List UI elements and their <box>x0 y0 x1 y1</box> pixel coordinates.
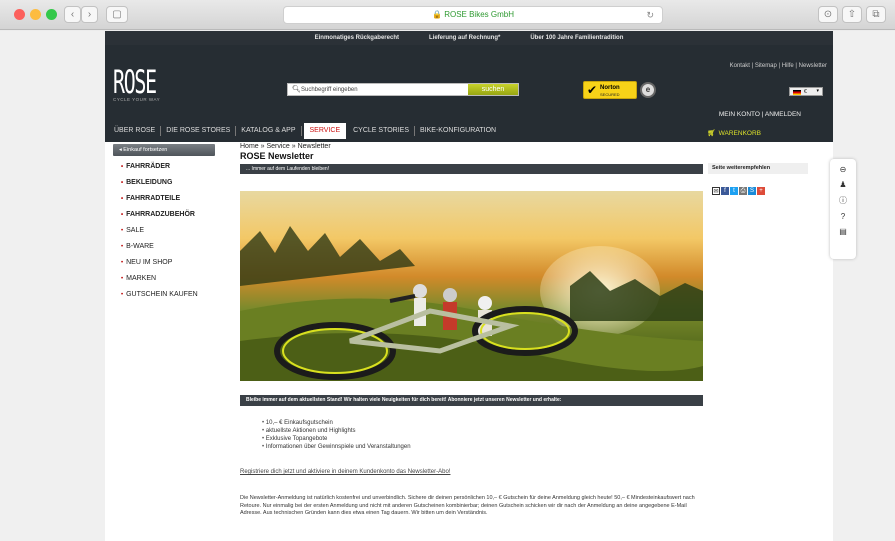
nav-item-cycle-stories[interactable]: CYCLE STORIES <box>348 125 416 136</box>
category-label: MARKEN <box>126 275 157 282</box>
category-item[interactable]: • FAHRRADTEILE <box>113 193 215 204</box>
page-viewport: Einmonatiges Rückgaberecht Lieferung auf… <box>0 31 895 541</box>
tabs-icon[interactable]: ⧉ <box>866 6 886 23</box>
chat-icon[interactable]: ▤ <box>830 227 856 236</box>
search-input[interactable]: Suchbegriff eingeben <box>301 87 358 93</box>
site-header: ROSE CYCLE YOUR WAY 🔍︎ Suchbegriff einge… <box>105 45 833 142</box>
floating-help-bar: ⊖ ♟ ⓘ ? ▤ <box>830 159 856 259</box>
german-flag-icon <box>793 90 801 95</box>
cart-link[interactable]: 🛒︎ WARENKORB <box>707 129 761 137</box>
main-navigation: ÜBER ROSE DIE ROSE STORES KATALOG & APP … <box>109 122 501 139</box>
back-button[interactable]: ‹ <box>64 6 81 23</box>
category-label: FAHRRÄDER <box>126 163 171 170</box>
nav-item-catalog[interactable]: KATALOG & APP <box>236 125 302 136</box>
maximize-window-icon[interactable] <box>46 9 57 20</box>
list-item: aktuellste Aktionen und Highlights <box>262 427 703 435</box>
address-bar[interactable]: 🔒 ROSE Bikes GmbH ↻ <box>283 6 663 24</box>
browser-toolbar: ‹ › ▢ 🔒 ROSE Bikes GmbH ↻ ⊙ ⇧ ⧉ <box>0 0 895 30</box>
google-plus-icon[interactable]: + <box>757 187 765 195</box>
list-item: Exklusive Topangebote <box>262 435 703 443</box>
continue-shopping-label: Einkauf fortsetzen <box>123 147 168 153</box>
sidebar-toggle-icon[interactable]: ▢ <box>106 6 128 23</box>
nav-item-bike-config[interactable]: BIKE-KONFIGURATION <box>415 126 501 136</box>
category-item[interactable]: • NEU IM SHOP <box>113 257 215 268</box>
category-label: GUTSCHEIN KAUFEN <box>126 291 198 298</box>
rose-logo[interactable]: ROSE <box>113 63 157 101</box>
category-item[interactable]: • MARKEN <box>113 273 215 284</box>
website: Einmonatiges Rückgaberecht Lieferung auf… <box>105 31 833 541</box>
usp-item: Über 100 Jahre Familientradition <box>530 35 624 41</box>
share-icon[interactable]: ⇧ <box>842 6 862 23</box>
register-link[interactable]: Registriere dich jetzt und aktiviere in … <box>240 469 703 475</box>
category-label: B-WARE <box>126 243 154 250</box>
share-buttons: ✉ f t ⎙ S + <box>708 187 808 195</box>
main-content: Home » Service » Newsletter ROSE Newslet… <box>240 143 703 518</box>
chevron-left-icon[interactable]: ⊖ <box>830 165 856 174</box>
category-item[interactable]: • FAHRRADZUBEHÖR <box>113 209 215 220</box>
reload-icon[interactable]: ↻ <box>646 7 654 23</box>
category-item[interactable]: • SALE <box>113 225 215 236</box>
newsletter-terms-text: Die Newsletter-Anmeldung ist natürlich k… <box>240 495 695 516</box>
search-button[interactable]: suchen <box>468 84 518 95</box>
chevron-down-icon: ▾ <box>816 88 819 94</box>
cart-icon: 🛒︎ <box>707 130 716 137</box>
category-sidebar: ◂ Einkauf fortsetzen • FAHRRÄDER • BEKLEID… <box>113 144 215 300</box>
lock-icon: 🔒 <box>432 10 442 19</box>
cart-label: WARENKORB <box>718 130 761 137</box>
breadcrumb[interactable]: Home » Service » Newsletter <box>240 143 703 150</box>
email-icon[interactable]: ✉ <box>712 187 720 195</box>
skype-icon[interactable]: S <box>748 187 756 195</box>
search-box[interactable]: 🔍︎ Suchbegriff eingeben suchen <box>287 83 519 96</box>
category-item[interactable]: • BEKLEIDUNG <box>113 177 215 188</box>
hero-illustration <box>240 226 703 381</box>
forward-button[interactable]: › <box>81 6 98 23</box>
meta-links[interactable]: Kontakt | Sitemap | Hilfe | Newsletter <box>730 63 827 69</box>
help-icon[interactable]: ? <box>830 212 856 221</box>
norton-title: Norton <box>600 85 620 91</box>
minimize-window-icon[interactable] <box>30 9 41 20</box>
usp-item: Einmonatiges Rückgaberecht <box>314 35 399 41</box>
print-icon[interactable]: ⎙ <box>739 187 747 195</box>
norton-subtitle: SECURED <box>600 92 620 97</box>
nav-item-stores[interactable]: DIE ROSE STORES <box>161 125 237 136</box>
nav-item-service[interactable]: SERVICE <box>303 122 347 139</box>
category-label: SALE <box>126 227 145 234</box>
nav-item-about[interactable]: ÜBER ROSE <box>109 125 162 136</box>
category-label: FAHRRADTEILE <box>126 195 181 202</box>
search-icon: 🔍︎ <box>292 86 301 93</box>
address-text: ROSE Bikes GmbH <box>444 10 514 19</box>
list-item: 10,– € Einkaufsgutschein <box>262 419 703 427</box>
benefits-list: 10,– € Einkaufsgutschein aktuellste Akti… <box>262 419 703 451</box>
checkmark-icon: ✔ <box>587 83 598 97</box>
download-icon[interactable]: ⊙ <box>818 6 838 23</box>
usp-bar: Einmonatiges Rückgaberecht Lieferung auf… <box>105 31 833 45</box>
account-links[interactable]: MEIN KONTO | ANMELDEN <box>719 111 801 118</box>
facebook-icon[interactable]: f <box>721 187 729 195</box>
twitter-icon[interactable]: t <box>730 187 738 195</box>
close-window-icon[interactable] <box>14 9 25 20</box>
continue-shopping-button[interactable]: ◂ Einkauf fortsetzen <box>113 144 215 156</box>
trusted-shop-icon[interactable]: e <box>640 82 656 98</box>
category-label: BEKLEIDUNG <box>126 179 173 186</box>
subtitle-bar: ... Immer auf dem Laufenden bleiben! <box>240 164 703 174</box>
category-label: NEU IM SHOP <box>126 259 173 266</box>
category-item[interactable]: • GUTSCHEIN KAUFEN <box>113 289 215 300</box>
currency-label: € <box>804 89 807 95</box>
newsletter-info-bar: Bleibe immer auf dem aktuellsten Stand! … <box>240 395 703 406</box>
hero-image-cyclists <box>240 191 703 381</box>
recommend-heading: Seite weiterempfehlen <box>708 163 808 174</box>
category-item[interactable]: • FAHRRÄDER <box>113 161 215 172</box>
category-label: FAHRRADZUBEHÖR <box>126 211 195 218</box>
page-title: ROSE Newsletter <box>240 151 314 161</box>
recommend-sidebar: Seite weiterempfehlen ✉ f t ⎙ S + <box>708 163 808 195</box>
user-icon[interactable]: ♟ <box>830 180 856 189</box>
usp-item: Lieferung auf Rechnung* <box>428 35 501 41</box>
logo-tagline: CYCLE YOUR WAY <box>113 97 161 102</box>
list-item: Informationen über Gewinnspiele und Vera… <box>262 443 703 451</box>
info-icon[interactable]: ⓘ <box>830 195 856 206</box>
language-selector[interactable]: € ▾ <box>789 87 823 96</box>
norton-badge[interactable]: ✔ Norton SECURED <box>583 81 637 99</box>
category-item[interactable]: • B-WARE <box>113 241 215 252</box>
